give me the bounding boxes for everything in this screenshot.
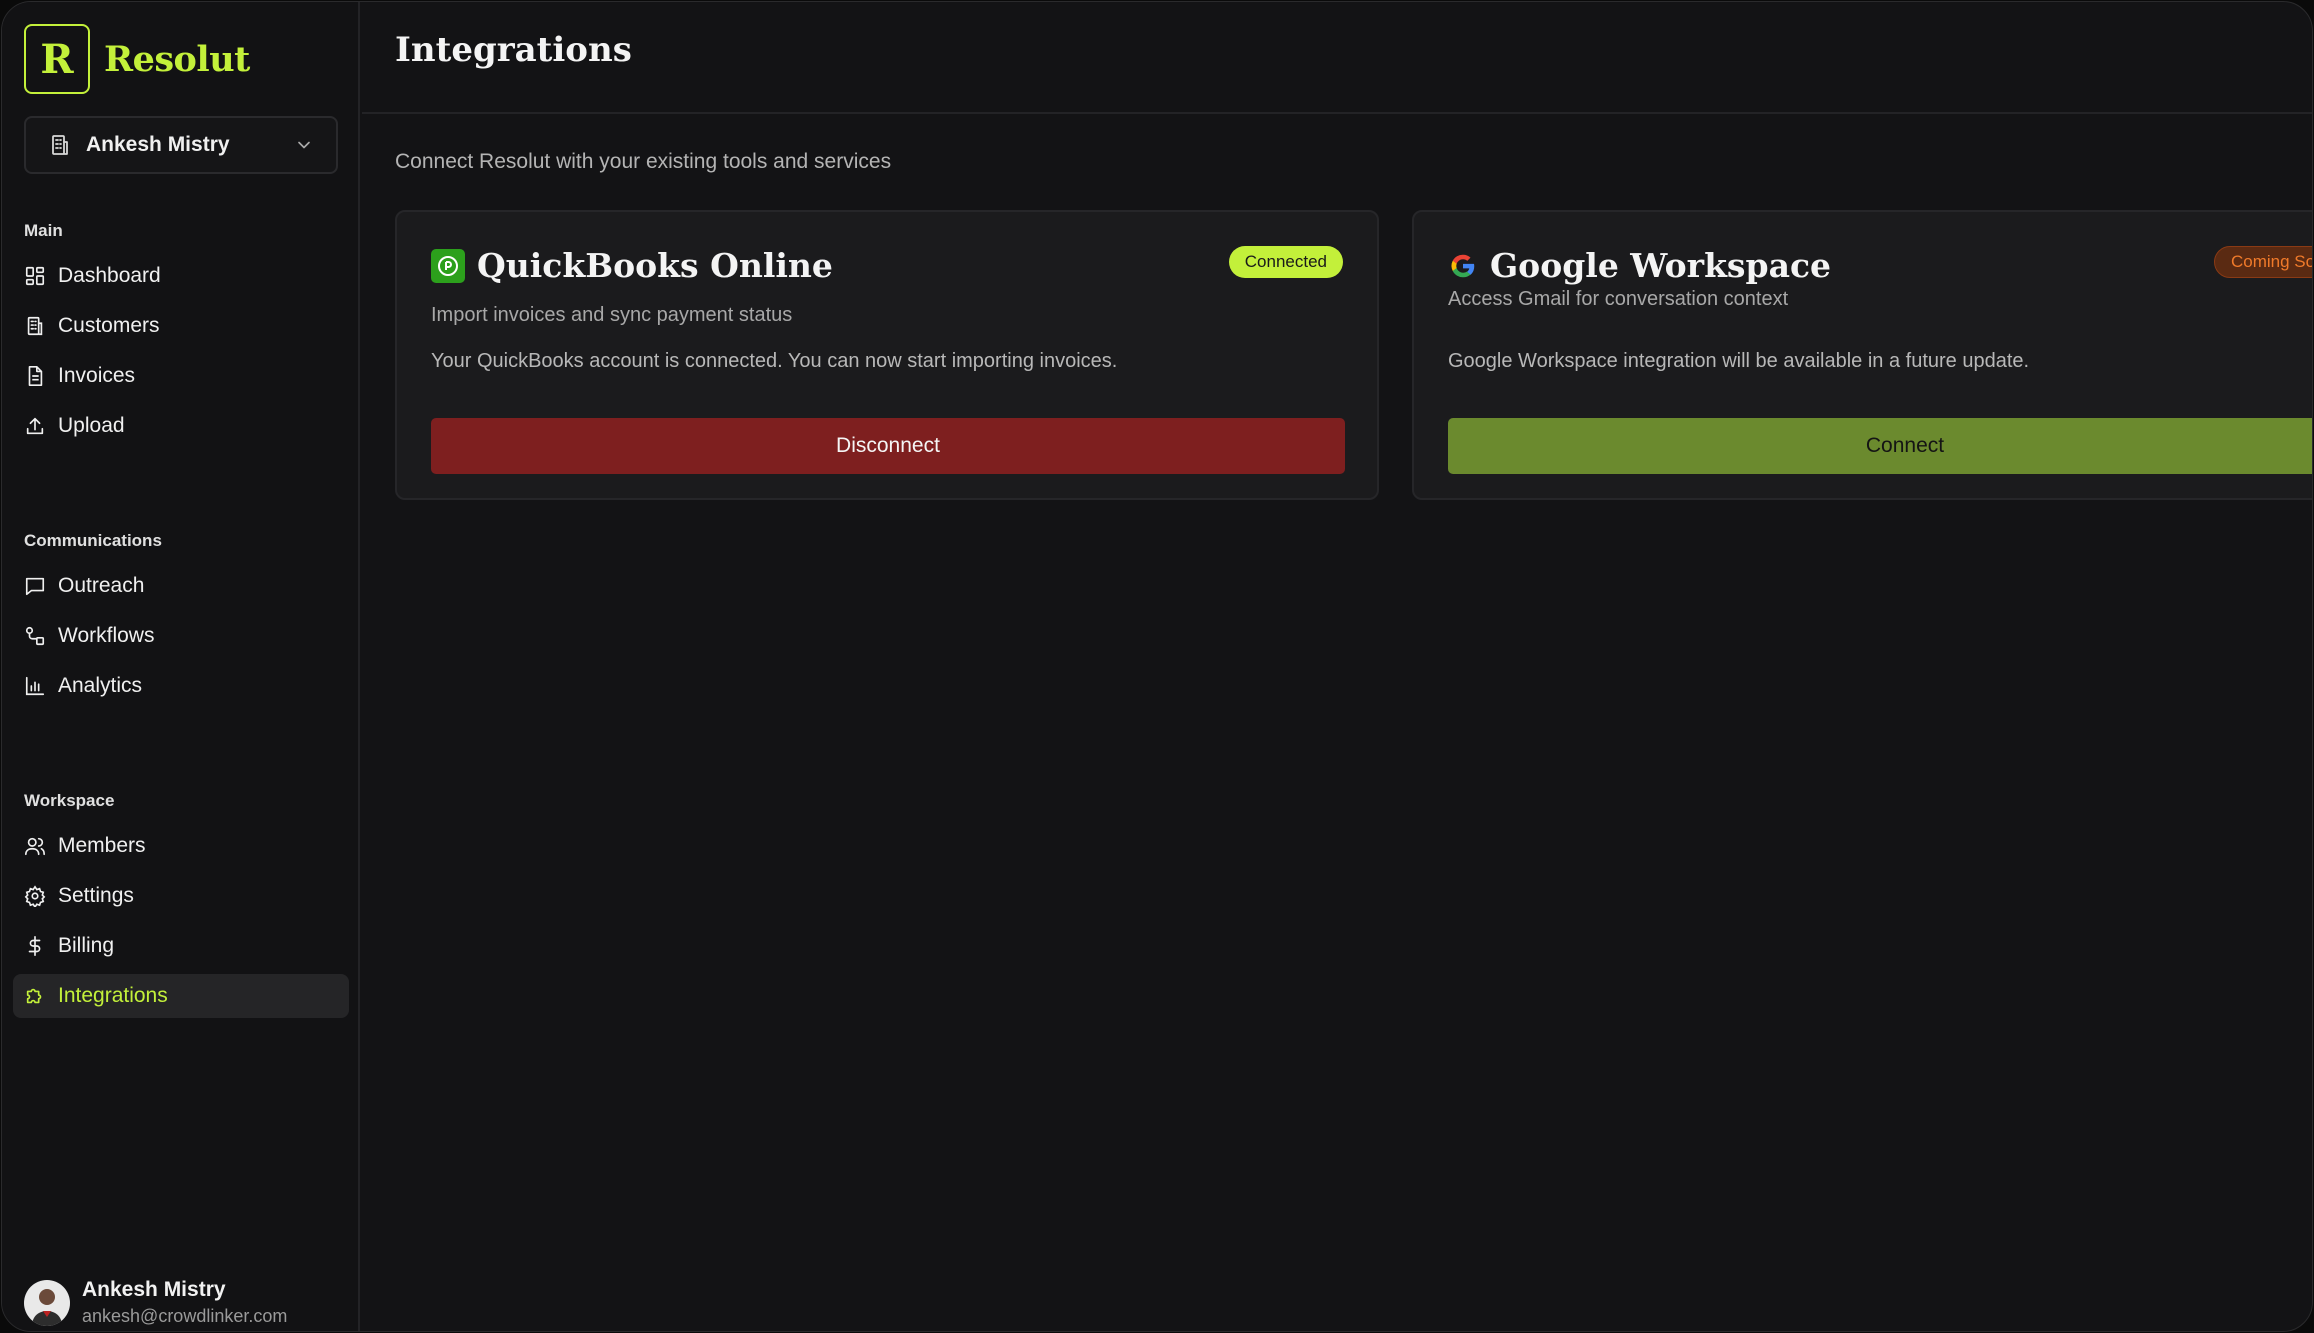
organization-name: Ankesh Mistry: [86, 133, 230, 156]
sidebar-item-settings[interactable]: Settings: [13, 874, 349, 918]
sidebar-item-dashboard[interactable]: Dashboard: [13, 254, 349, 298]
chevron-down-icon: [298, 141, 310, 149]
brand-logo[interactable]: R Resolut: [24, 24, 250, 94]
sidebar-item-label: Outreach: [58, 574, 145, 597]
status-badge: Coming Soon: [2214, 246, 2312, 278]
sidebar-item-label: Integrations: [58, 984, 168, 1007]
workflow-icon: [25, 626, 45, 646]
sidebar-item-label: Analytics: [58, 674, 143, 697]
logo-mark: R: [24, 24, 90, 94]
page-header: Integrations: [362, 2, 2312, 114]
integration-description: Import invoices and sync payment status: [431, 304, 793, 326]
sidebar-item-workflows[interactable]: Workflows: [13, 614, 349, 658]
integration-card-google-workspace: Google Workspace Coming Soon Access Gmai…: [1412, 210, 2312, 500]
user-name: Ankesh Mistry: [82, 1278, 226, 1301]
user-email: ankesh@crowdlinker.com: [82, 1306, 288, 1326]
section-label-communications: Communications: [24, 531, 162, 550]
sidebar-item-analytics[interactable]: Analytics: [13, 664, 349, 708]
sidebar-item-label: Workflows: [58, 624, 155, 647]
integration-description: Access Gmail for conversation context: [1448, 288, 1789, 310]
users-icon: [25, 837, 45, 856]
bar-chart-icon: [25, 676, 45, 696]
section-label-workspace: Workspace: [24, 791, 115, 810]
sidebar-item-outreach[interactable]: Outreach: [13, 564, 349, 608]
integration-card-quickbooks: QuickBooks Online Connected Import invoi…: [395, 210, 1379, 500]
integration-title: Google Workspace: [1490, 246, 1832, 285]
building-icon: [52, 135, 68, 155]
sidebar-item-label: Dashboard: [58, 264, 161, 287]
status-badge: Connected: [1228, 246, 1343, 278]
user-profile[interactable]: Ankesh Mistry ankesh@crowdlinker.com: [24, 1278, 288, 1327]
integration-note: Google Workspace integration will be ava…: [1448, 350, 2030, 372]
sidebar-item-customers[interactable]: Customers: [13, 304, 349, 348]
disconnect-button[interactable]: Disconnect: [431, 418, 1345, 474]
sidebar-item-label: Invoices: [58, 364, 136, 387]
page-title: Integrations: [395, 30, 632, 70]
building-icon: [27, 316, 43, 336]
avatar: [24, 1280, 70, 1326]
dashboard-icon: [25, 266, 45, 286]
sidebar-item-label: Customers: [58, 314, 160, 337]
integration-note: Your QuickBooks account is connected. Yo…: [431, 350, 1118, 372]
message-icon: [25, 577, 45, 596]
sidebar-item-billing[interactable]: Billing: [13, 924, 349, 968]
sidebar-item-label: Settings: [58, 884, 134, 907]
integration-title: QuickBooks Online: [477, 246, 833, 285]
quickbooks-icon: [431, 248, 465, 283]
gear-icon: [24, 885, 46, 907]
sidebar-item-label: Members: [58, 834, 146, 857]
sidebar-item-label: Upload: [58, 414, 125, 437]
connect-button[interactable]: Connect: [1448, 418, 2312, 474]
page-subtitle: Connect Resolut with your existing tools…: [395, 150, 892, 173]
sidebar-item-upload[interactable]: Upload: [13, 404, 349, 448]
upload-icon: [26, 417, 44, 435]
brand-name: Resolut: [104, 38, 250, 80]
sidebar-item-members[interactable]: Members: [13, 824, 349, 868]
sidebar-item-label: Billing: [58, 934, 115, 957]
file-icon: [28, 366, 43, 386]
google-icon: [1451, 254, 1475, 277]
sidebar-item-invoices[interactable]: Invoices: [13, 354, 349, 398]
dollar-icon: [28, 936, 41, 956]
sidebar-item-integrations[interactable]: Integrations: [13, 974, 349, 1018]
puzzle-icon: [26, 988, 42, 1004]
organization-select[interactable]: Ankesh Mistry: [24, 116, 338, 174]
sidebar: R Resolut Ankesh Mistry Main Dashboard C…: [2, 2, 360, 1331]
app-window: R Resolut Ankesh Mistry Main Dashboard C…: [1, 1, 2313, 1332]
main-content: Integrations Connect Resolut with your e…: [362, 2, 2312, 1331]
section-label-main: Main: [24, 221, 63, 240]
